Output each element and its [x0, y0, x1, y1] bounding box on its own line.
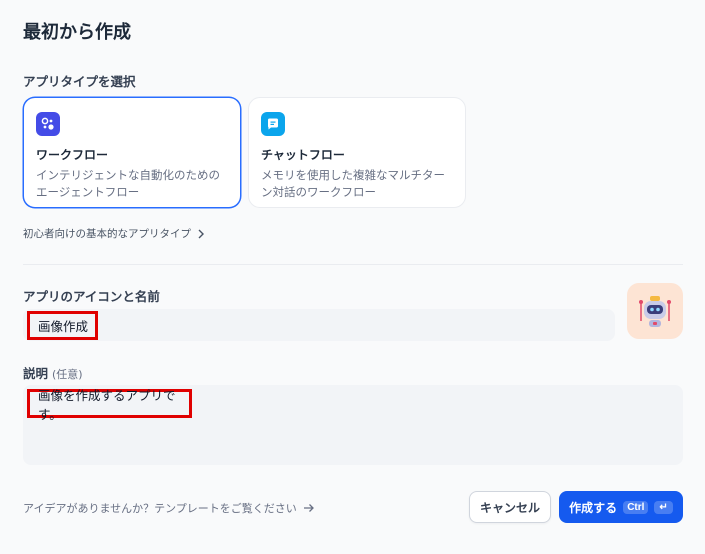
create-button[interactable]: 作成する Ctrl ↵ [559, 491, 683, 523]
app-name-value: 画像作成 [27, 311, 98, 340]
optional-marker: (任意) [52, 368, 83, 381]
description-label: 説明 (任意) [23, 363, 83, 382]
workflow-icon [36, 112, 60, 136]
template-link-label: アイデアがありませんか？テンプレートをご覧ください [23, 502, 297, 515]
name-label: アプリのアイコンと名前 [23, 289, 160, 304]
card-workflow[interactable]: ワークフロー インテリジェントな自動化のためのエージェントフロー [23, 97, 241, 208]
chevron-right-icon [198, 229, 204, 238]
chatflow-icon [261, 112, 285, 136]
template-link[interactable]: アイデアがありませんか？テンプレートをご覧ください [23, 500, 315, 516]
card-workflow-title: ワークフロー [36, 148, 109, 162]
app-icon-picker[interactable] [627, 283, 683, 339]
description-value: 画像を作成するアプリです。 [27, 388, 192, 422]
basic-app-types-link[interactable]: 初心者向けの基本的なアプリタイプ [23, 226, 205, 241]
basic-app-types-label: 初心者向けの基本的なアプリタイプ [23, 228, 191, 240]
section-divider [23, 264, 683, 265]
card-chatflow-title: チャットフロー [261, 148, 345, 162]
shortcut-ctrl-key: Ctrl [623, 500, 649, 514]
cancel-button[interactable]: キャンセル [469, 491, 551, 523]
description-label-text: 説明 [23, 366, 49, 381]
robot-icon [639, 296, 671, 327]
card-workflow-desc: インテリジェントな自動化のためのエージェントフロー [36, 168, 220, 199]
arrow-right-icon [303, 504, 314, 512]
create-button-label: 作成する [569, 500, 618, 515]
page-title: 最初から作成 [23, 22, 131, 43]
card-chatflow-desc: メモリを使用した複雑なマルチターン対話のワークフロー [261, 168, 445, 199]
shortcut-enter-key: ↵ [654, 500, 673, 514]
app-name-input[interactable] [23, 309, 615, 341]
app-type-label: アプリタイプを選択 [23, 74, 136, 89]
card-chatflow[interactable]: チャットフロー メモリを使用した複雑なマルチターン対話のワークフロー [248, 97, 466, 208]
